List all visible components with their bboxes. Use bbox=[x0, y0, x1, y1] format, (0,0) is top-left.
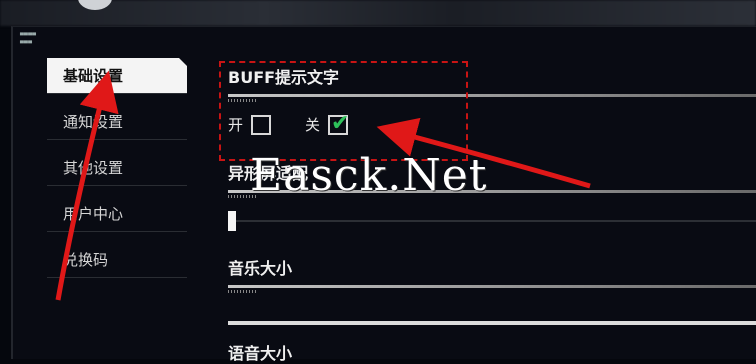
arrow-icon bbox=[376, 117, 591, 189]
annotation-arrows bbox=[55, 70, 591, 301]
arrow-icon bbox=[55, 70, 119, 301]
